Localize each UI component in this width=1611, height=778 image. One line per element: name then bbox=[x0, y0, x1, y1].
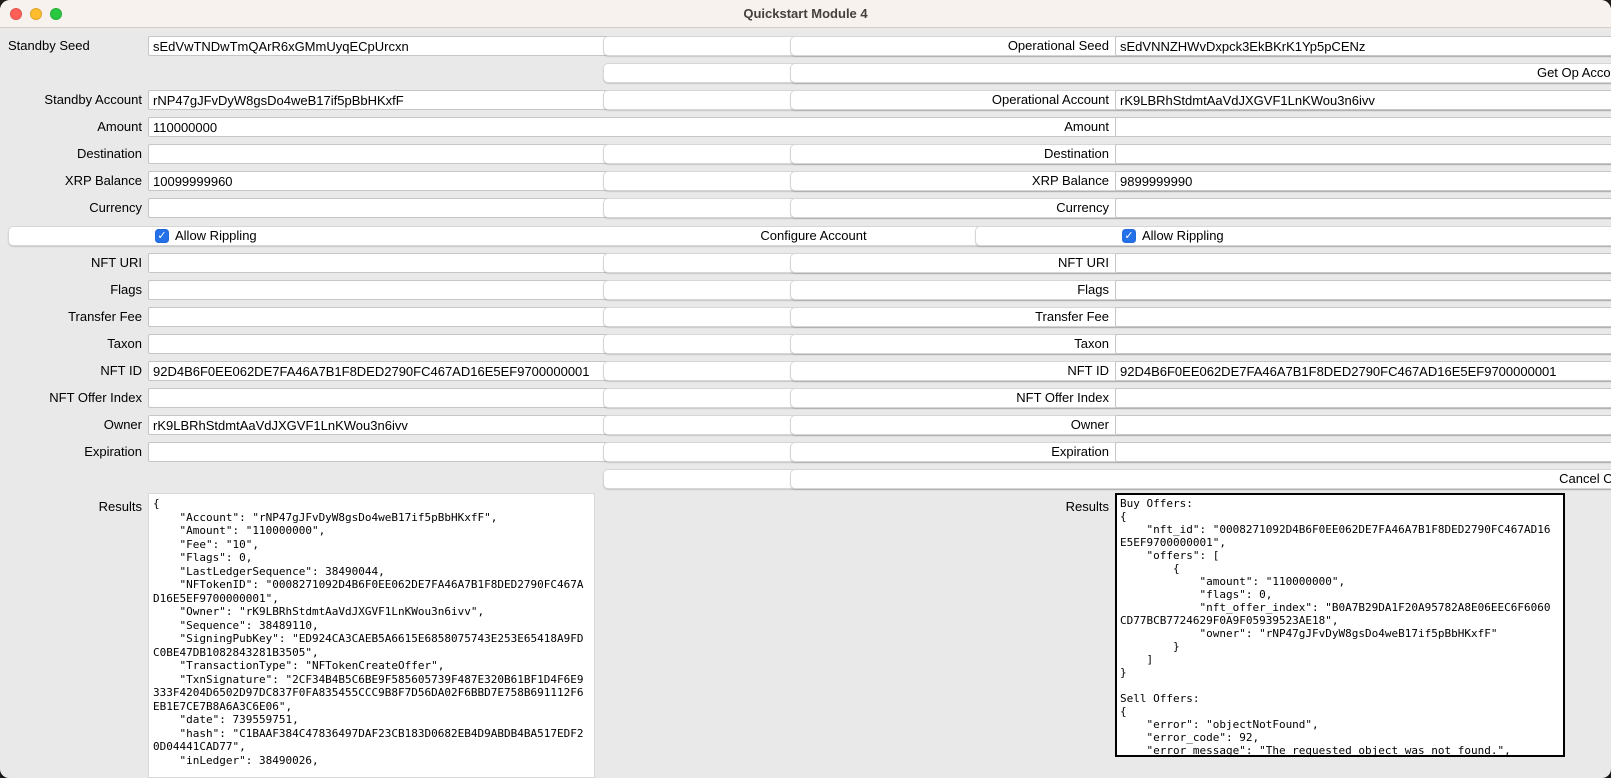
operational-amount-input[interactable] bbox=[1115, 117, 1611, 137]
standby-seed-label: Standby Seed bbox=[0, 36, 145, 56]
operational-flags-input[interactable] bbox=[1115, 280, 1611, 300]
quickstart-window: Quickstart Module 4 Standby Seed Get Sta… bbox=[0, 0, 1611, 778]
standby-nft-uri-label: NFT URI bbox=[0, 253, 145, 273]
standby-account-label: Standby Account bbox=[0, 90, 145, 110]
operational-taxon-input[interactable] bbox=[1115, 334, 1611, 354]
operational-nft-uri-input[interactable] bbox=[1115, 253, 1611, 273]
standby-transfer-fee-label: Transfer Fee bbox=[0, 307, 145, 327]
operational-allow-rippling-checkbox[interactable]: ✓ bbox=[1122, 229, 1136, 243]
get-op-account-info-button[interactable]: Get Op Account Info bbox=[790, 63, 1611, 83]
operational-allow-rippling-label: Allow Rippling bbox=[1142, 226, 1224, 246]
operational-expiration-label: Expiration bbox=[968, 442, 1112, 462]
row-nft-uri: NFT URI Mint NFT Mint NFT NFT URI bbox=[0, 253, 1611, 273]
row-owner: Owner Accept Buy Offer Accept Buy Offer … bbox=[0, 415, 1611, 435]
operational-destination-label: Destination bbox=[968, 144, 1112, 164]
operational-amount-label: Amount bbox=[968, 117, 1112, 137]
operational-nft-id-label: NFT ID bbox=[968, 361, 1112, 381]
operational-seed-input[interactable] bbox=[1115, 36, 1611, 56]
operational-flags-label: Flags bbox=[968, 280, 1112, 300]
row-account-info: Get Standby Account Info Get Op Account … bbox=[0, 63, 1611, 83]
operational-xrp-balance-label: XRP Balance bbox=[968, 171, 1112, 191]
operational-transfer-fee-input[interactable] bbox=[1115, 307, 1611, 327]
row-configure: Configure Account ✓ Allow Rippling Confi… bbox=[0, 226, 1611, 246]
operational-nft-offer-index-input[interactable] bbox=[1115, 388, 1611, 408]
operational-nft-uri-label: NFT URI bbox=[968, 253, 1112, 273]
standby-taxon-label: Taxon bbox=[0, 334, 145, 354]
row-expiration: Expiration Get Offers Get Offers Expirat… bbox=[0, 442, 1611, 462]
row-xrp-balance: XRP Balance Send Currency > < Send Curre… bbox=[0, 171, 1611, 191]
operational-account-label: Operational Account bbox=[968, 90, 1112, 110]
operational-owner-input[interactable] bbox=[1115, 415, 1611, 435]
standby-owner-label: Owner bbox=[0, 415, 145, 435]
standby-allow-rippling-label: Allow Rippling bbox=[175, 226, 257, 246]
operational-seed-label: Operational Seed bbox=[968, 36, 1112, 56]
standby-currency-label: Currency bbox=[0, 198, 145, 218]
operational-cancel-offer-button[interactable]: Cancel Offer bbox=[790, 469, 1611, 489]
standby-destination-label: Destination bbox=[0, 144, 145, 164]
row-cancel-offer: Cancel Offer Cancel Offer bbox=[0, 469, 1611, 489]
operational-account-input[interactable] bbox=[1115, 90, 1611, 110]
standby-expiration-label: Expiration bbox=[0, 442, 145, 462]
row-amount: Amount Amount bbox=[0, 117, 1611, 137]
standby-flags-label: Flags bbox=[0, 280, 145, 300]
operational-transfer-fee-label: Transfer Fee bbox=[968, 307, 1112, 327]
standby-allow-rippling-checkbox[interactable]: ✓ bbox=[155, 229, 169, 243]
operational-results-text[interactable]: Buy Offers: { "nft_id": "0008271092D4B6F… bbox=[1115, 493, 1565, 757]
operational-expiration-input[interactable] bbox=[1115, 442, 1611, 462]
operational-xrp-balance-input[interactable] bbox=[1115, 171, 1611, 191]
standby-allow-rippling: ✓ Allow Rippling bbox=[155, 226, 375, 246]
row-transfer-fee: Transfer Fee Burn NFT Burn NFT Transfer … bbox=[0, 307, 1611, 327]
row-account: Standby Account Send XRP > < Send XRP Op… bbox=[0, 90, 1611, 110]
row-seed: Standby Seed Get Standby Account Get Ope… bbox=[0, 36, 1611, 56]
standby-results-text[interactable]: { "Account": "rNP47gJFvDyW8gsDo4weB17if5… bbox=[148, 493, 595, 778]
operational-nft-offer-index-label: NFT Offer Index bbox=[968, 388, 1112, 408]
row-nft-id: NFT ID Accept Sell Offer Accept Sell Off… bbox=[0, 361, 1611, 381]
standby-results-label: Results bbox=[0, 497, 145, 517]
standby-amount-label: Amount bbox=[0, 117, 145, 137]
row-currency: Currency Get Balances Get Balances Curre… bbox=[0, 198, 1611, 218]
operational-destination-input[interactable] bbox=[1115, 144, 1611, 164]
standby-xrp-balance-label: XRP Balance bbox=[0, 171, 145, 191]
operational-taxon-label: Taxon bbox=[968, 334, 1112, 354]
operational-owner-label: Owner bbox=[968, 415, 1112, 435]
row-nft-offer-index: NFT Offer Index Create Buy Offer Create … bbox=[0, 388, 1611, 408]
operational-currency-input[interactable] bbox=[1115, 198, 1611, 218]
operational-nft-id-input[interactable] bbox=[1115, 361, 1611, 381]
operational-allow-rippling: ✓ Allow Rippling bbox=[1122, 226, 1342, 246]
standby-nft-offer-index-label: NFT Offer Index bbox=[0, 388, 145, 408]
row-taxon: Taxon Create Sell Offer Create Sell Offe… bbox=[0, 334, 1611, 354]
title-bar[interactable]: Quickstart Module 4 bbox=[0, 0, 1611, 28]
row-destination: Destination Create Trust Line Create Tru… bbox=[0, 144, 1611, 164]
standby-nft-id-label: NFT ID bbox=[0, 361, 145, 381]
operational-results-label: Results bbox=[968, 497, 1112, 517]
operational-currency-label: Currency bbox=[968, 198, 1112, 218]
row-flags: Flags Get NFTs Get NFTs Flags bbox=[0, 280, 1611, 300]
window-title: Quickstart Module 4 bbox=[0, 0, 1611, 28]
